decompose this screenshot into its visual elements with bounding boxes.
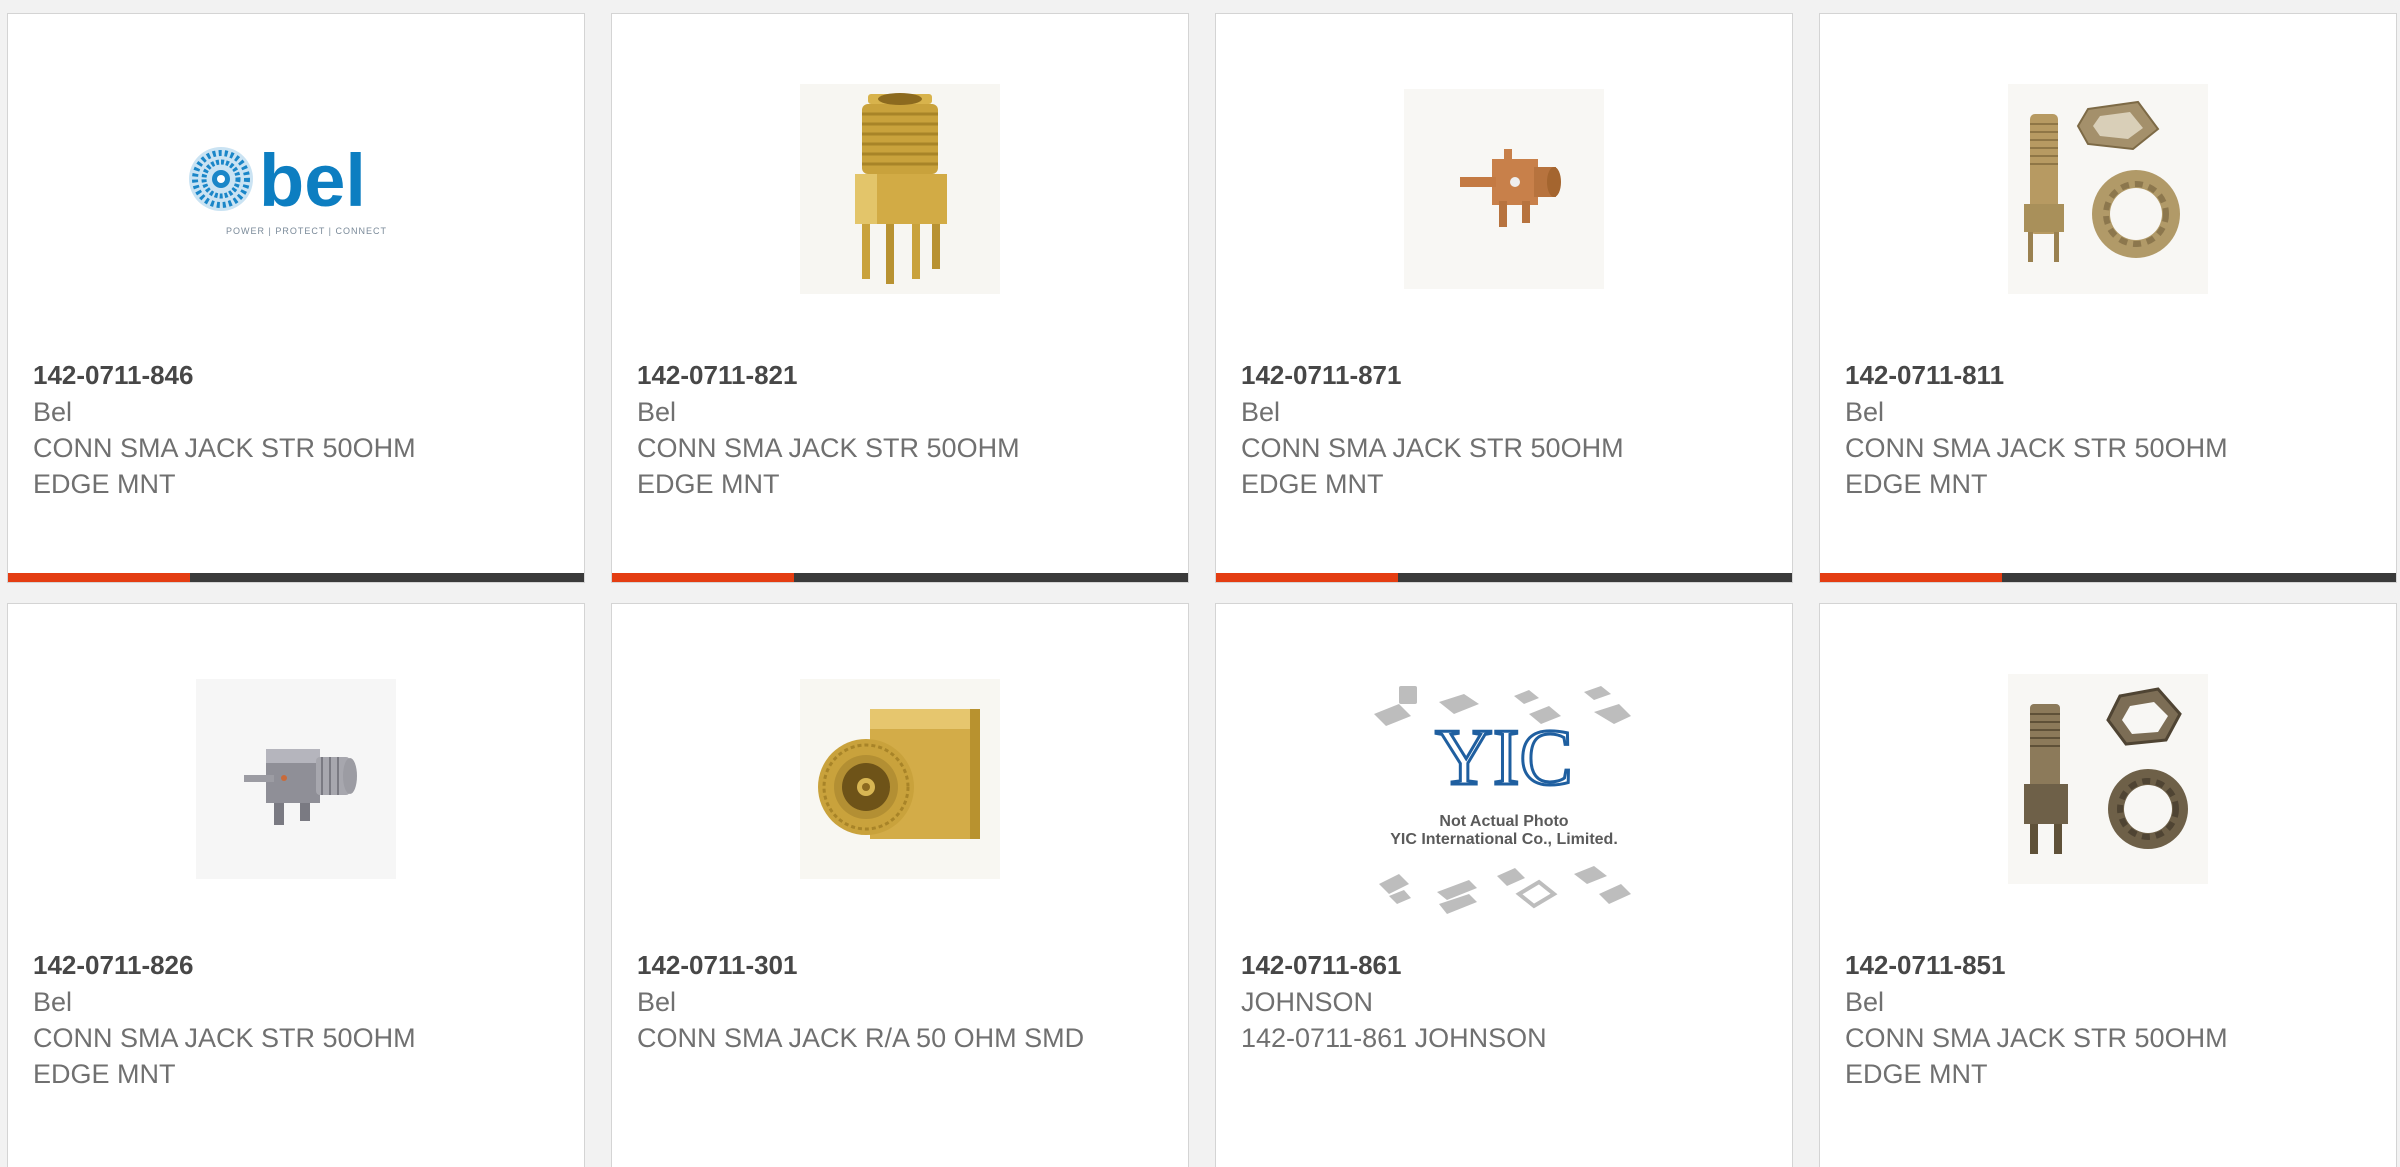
connector-small-icon bbox=[1404, 89, 1604, 289]
product-image[interactable] bbox=[1820, 654, 2396, 904]
product-image[interactable] bbox=[1216, 64, 1792, 314]
product-card[interactable]: bel POWER | PROTECT | CONNECT 142-0711-8… bbox=[7, 13, 585, 583]
bel-logo-text: bel bbox=[259, 139, 366, 222]
product-grid: bel POWER | PROTECT | CONNECT 142-0711-8… bbox=[0, 0, 2400, 1167]
image-caption-line2: YIC International Co., Limited. bbox=[1390, 831, 1618, 848]
product-info: 142-0711-851 Bel CONN SMA JACK STR 50OHM… bbox=[1845, 947, 2371, 1092]
product-description: CONN SMA JACK STR 50OHM EDGE MNT bbox=[1845, 433, 2228, 499]
product-card[interactable]: 142-0711-301 Bel CONN SMA JACK R/A 50 OH… bbox=[611, 603, 1189, 1167]
manufacturer: Bel bbox=[33, 397, 73, 427]
manufacturer: Bel bbox=[1845, 397, 1885, 427]
product-image[interactable]: bel POWER | PROTECT | CONNECT bbox=[8, 64, 584, 314]
product-info: 142-0711-301 Bel CONN SMA JACK R/A 50 OH… bbox=[637, 947, 1163, 1056]
product-image[interactable] bbox=[612, 654, 1188, 904]
product-info: 142-0711-861 JOHNSON 142-0711-861 JOHNSO… bbox=[1241, 947, 1767, 1056]
product-card[interactable]: 142-0711-821 Bel CONN SMA JACK STR 50OHM… bbox=[611, 13, 1189, 583]
product-description: CONN SMA JACK STR 50OHM EDGE MNT bbox=[1845, 1023, 2228, 1089]
part-number[interactable]: 142-0711-826 bbox=[33, 947, 559, 984]
manufacturer: Bel bbox=[1845, 987, 1885, 1017]
part-number[interactable]: 142-0711-811 bbox=[1845, 357, 2371, 394]
product-card[interactable]: 142-0711-811 Bel CONN SMA JACK STR 50OHM… bbox=[1819, 13, 2397, 583]
bel-logo-tagline: POWER | PROTECT | CONNECT bbox=[226, 226, 387, 236]
product-description: CONN SMA JACK R/A 50 OHM SMD bbox=[637, 1023, 1085, 1053]
product-image[interactable] bbox=[612, 64, 1188, 314]
product-card[interactable]: 142-0711-826 Bel CONN SMA JACK STR 50OHM… bbox=[7, 603, 585, 1167]
card-bottom-bar bbox=[1820, 573, 2396, 582]
part-number[interactable]: 142-0711-821 bbox=[637, 357, 1163, 394]
yic-logo-text: YIC bbox=[1435, 714, 1573, 802]
part-number[interactable]: 142-0711-861 bbox=[1241, 947, 1767, 984]
product-description: CONN SMA JACK STR 50OHM EDGE MNT bbox=[1241, 433, 1624, 499]
product-description: 142-0711-861 JOHNSON bbox=[1241, 1023, 1547, 1053]
card-bottom-bar bbox=[8, 573, 584, 582]
card-bottom-bar bbox=[612, 573, 1188, 582]
manufacturer: JOHNSON bbox=[1241, 987, 1374, 1017]
yic-placeholder-icon: YIC Not Actual Photo YIC International C… bbox=[1374, 686, 1631, 914]
manufacturer: Bel bbox=[33, 987, 73, 1017]
product-image[interactable] bbox=[1820, 64, 2396, 314]
connector-kit-dark-icon bbox=[2008, 674, 2208, 884]
manufacturer: Bel bbox=[637, 987, 677, 1017]
product-description: CONN SMA JACK STR 50OHM EDGE MNT bbox=[33, 1023, 416, 1089]
part-number[interactable]: 142-0711-851 bbox=[1845, 947, 2371, 984]
product-info: 142-0711-826 Bel CONN SMA JACK STR 50OHM… bbox=[33, 947, 559, 1092]
product-info: 142-0711-821 Bel CONN SMA JACK STR 50OHM… bbox=[637, 357, 1163, 502]
product-info: 142-0711-846 Bel CONN SMA JACK STR 50OHM… bbox=[33, 357, 559, 502]
connector-right-angle-icon bbox=[800, 679, 1000, 879]
product-image[interactable]: YIC Not Actual Photo YIC International C… bbox=[1216, 684, 1792, 924]
product-info: 142-0711-811 Bel CONN SMA JACK STR 50OHM… bbox=[1845, 357, 2371, 502]
bel-logo-icon: bel POWER | PROTECT | CONNECT bbox=[189, 139, 387, 236]
product-image[interactable] bbox=[8, 654, 584, 904]
manufacturer: Bel bbox=[637, 397, 677, 427]
connector-silver-icon bbox=[196, 679, 396, 879]
card-bottom-bar bbox=[1216, 573, 1792, 582]
connector-vertical-icon bbox=[800, 84, 1000, 294]
part-number[interactable]: 142-0711-846 bbox=[33, 357, 559, 394]
product-description: CONN SMA JACK STR 50OHM EDGE MNT bbox=[33, 433, 416, 499]
image-caption-line1: Not Actual Photo bbox=[1439, 813, 1568, 830]
product-card[interactable]: 142-0711-851 Bel CONN SMA JACK STR 50OHM… bbox=[1819, 603, 2397, 1167]
manufacturer: Bel bbox=[1241, 397, 1281, 427]
part-number[interactable]: 142-0711-871 bbox=[1241, 357, 1767, 394]
connector-kit-icon bbox=[2008, 84, 2208, 294]
product-card[interactable]: YIC Not Actual Photo YIC International C… bbox=[1215, 603, 1793, 1167]
product-description: CONN SMA JACK STR 50OHM EDGE MNT bbox=[637, 433, 1020, 499]
product-card[interactable]: 142-0711-871 Bel CONN SMA JACK STR 50OHM… bbox=[1215, 13, 1793, 583]
product-info: 142-0711-871 Bel CONN SMA JACK STR 50OHM… bbox=[1241, 357, 1767, 502]
part-number[interactable]: 142-0711-301 bbox=[637, 947, 1163, 984]
